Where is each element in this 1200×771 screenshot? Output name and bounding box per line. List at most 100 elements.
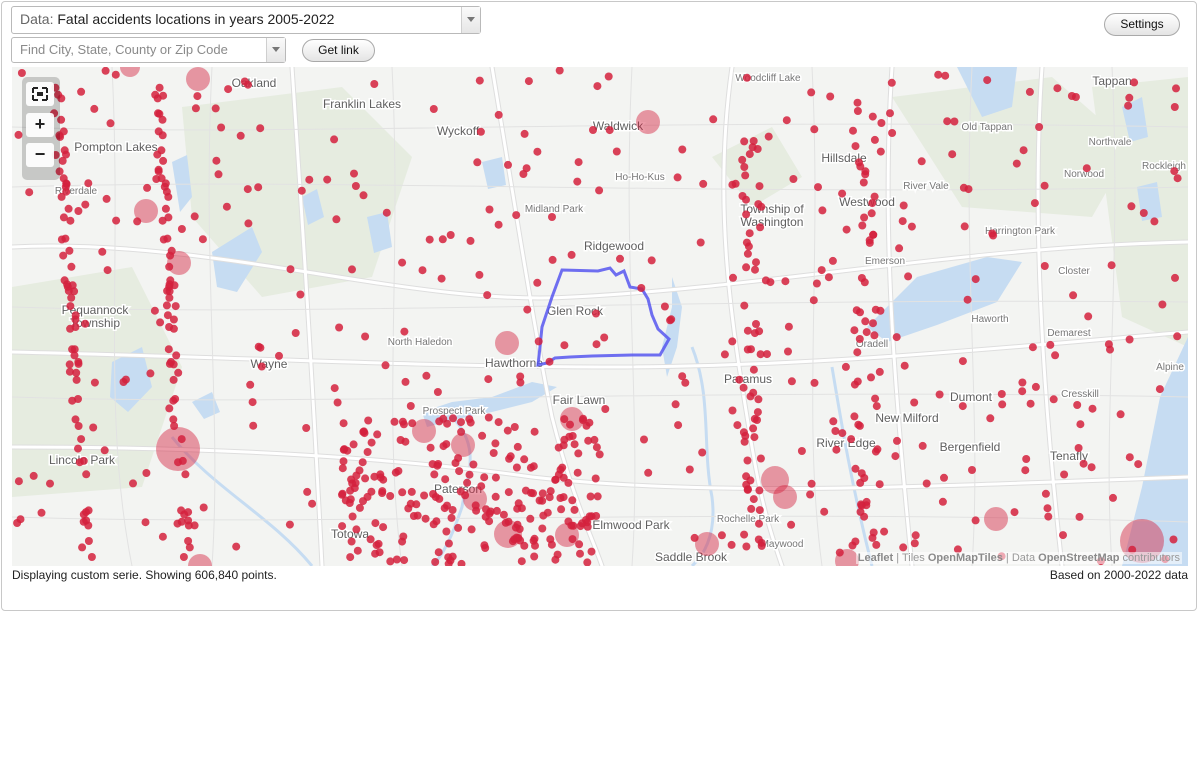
accident-point[interactable] [106, 119, 115, 128]
accident-point[interactable] [302, 424, 311, 432]
accident-point[interactable] [898, 217, 907, 226]
accident-point[interactable] [154, 167, 163, 176]
accident-point[interactable] [696, 238, 705, 247]
accident-point[interactable] [171, 302, 180, 311]
accident-point[interactable] [100, 446, 109, 455]
accident-point[interactable] [14, 477, 23, 486]
accident-point[interactable] [1172, 84, 1180, 93]
accident-point[interactable] [720, 350, 729, 359]
accident-point[interactable] [62, 179, 71, 188]
accident-point[interactable] [592, 512, 601, 520]
accident-point[interactable] [72, 375, 81, 384]
accident-point[interactable] [870, 192, 879, 201]
accident-point[interactable] [286, 265, 295, 274]
accident-point[interactable] [358, 458, 367, 467]
accident-point[interactable] [1150, 217, 1159, 226]
accident-point[interactable] [989, 231, 998, 240]
accident-point[interactable] [727, 540, 736, 549]
accident-point[interactable] [755, 327, 764, 336]
accident-point[interactable] [406, 402, 415, 410]
accident-point[interactable] [285, 520, 294, 529]
accident-point[interactable] [190, 212, 199, 221]
accident-point[interactable] [164, 213, 173, 222]
accident-point[interactable] [81, 200, 90, 209]
accident-point[interactable] [90, 378, 99, 387]
accident-point[interactable] [600, 333, 609, 342]
accident-point[interactable] [858, 221, 867, 230]
accident-point[interactable] [517, 557, 526, 566]
accident-point[interactable] [165, 262, 174, 271]
accident-point[interactable] [938, 497, 947, 506]
accident-point[interactable] [499, 510, 508, 519]
accident-point[interactable] [513, 442, 522, 451]
accident-point[interactable] [826, 92, 835, 101]
accident-point[interactable] [782, 116, 791, 125]
accident-point[interactable] [248, 398, 257, 407]
accident-point[interactable] [426, 443, 435, 452]
accident-point[interactable] [533, 147, 542, 156]
accident-point[interactable] [853, 107, 862, 115]
accident-point[interactable] [673, 173, 682, 182]
accident-point[interactable] [16, 515, 25, 524]
accident-point[interactable] [428, 460, 437, 469]
accident-point[interactable] [71, 415, 80, 424]
accident-point[interactable] [141, 518, 150, 527]
accident-point[interactable] [84, 506, 93, 515]
accident-point[interactable] [904, 272, 913, 281]
accident-point[interactable] [548, 213, 556, 221]
accident-point[interactable] [1022, 455, 1031, 463]
accident-point[interactable] [807, 88, 816, 97]
accident-point[interactable] [940, 473, 948, 482]
accident-point[interactable] [165, 293, 174, 302]
accident-point[interactable] [671, 400, 680, 409]
accident-point[interactable] [584, 436, 593, 445]
accident-point[interactable] [829, 417, 838, 426]
accident-point[interactable] [308, 499, 317, 508]
accident-point[interactable] [868, 533, 877, 542]
settings-button[interactable]: Settings [1104, 13, 1180, 36]
accident-point[interactable] [438, 235, 447, 244]
accident-point[interactable] [853, 98, 862, 107]
accident-point[interactable] [911, 531, 920, 540]
accident-point[interactable] [1125, 335, 1134, 344]
accident-point[interactable] [745, 229, 754, 238]
accident-point[interactable] [941, 71, 950, 80]
accident-point[interactable] [1158, 300, 1167, 309]
accident-point[interactable] [551, 555, 560, 564]
accident-point[interactable] [392, 555, 401, 564]
accident-point[interactable] [485, 205, 494, 214]
accident-point[interactable] [910, 539, 919, 548]
chevron-down-icon[interactable] [461, 7, 480, 33]
accident-point[interactable] [733, 421, 742, 430]
accident-point[interactable] [789, 175, 798, 183]
accident-point[interactable] [244, 219, 253, 228]
accident-point[interactable] [505, 454, 514, 463]
accident-point[interactable] [463, 478, 472, 487]
accident-point[interactable] [742, 238, 751, 247]
accident-point[interactable] [59, 127, 68, 136]
accident-point[interactable] [893, 436, 901, 445]
accident-point[interactable] [129, 479, 137, 488]
accident-point[interactable] [199, 503, 208, 512]
accident-point[interactable] [504, 488, 513, 497]
accident-point[interactable] [997, 390, 1006, 398]
accident-point[interactable] [907, 222, 916, 231]
accident-point[interactable] [398, 258, 407, 267]
accident-point[interactable] [492, 506, 501, 515]
accident-point[interactable] [382, 208, 391, 217]
accident-point[interactable] [568, 496, 577, 505]
accident-point[interactable] [958, 357, 967, 366]
accident-point[interactable] [447, 513, 456, 522]
accident-point[interactable] [90, 104, 99, 113]
data-select[interactable]: Data: Fatal accidents locations in years… [11, 6, 481, 34]
accident-point[interactable] [637, 284, 646, 292]
accident-point[interactable] [212, 156, 221, 165]
accident-point[interactable] [867, 209, 876, 218]
accident-point[interactable] [1088, 404, 1097, 413]
accident-point[interactable] [812, 279, 821, 288]
accident-point[interactable] [65, 360, 74, 369]
accident-point[interactable] [142, 469, 151, 477]
accident-point[interactable] [524, 77, 533, 86]
accident-point[interactable] [870, 331, 879, 340]
accident-point[interactable] [72, 368, 81, 377]
